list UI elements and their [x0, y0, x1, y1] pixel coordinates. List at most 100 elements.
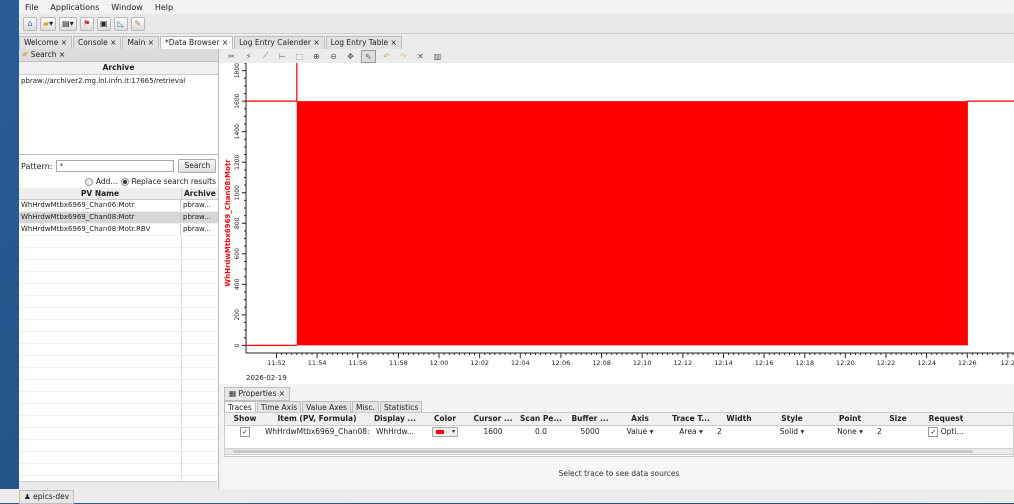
open-button[interactable]: ▰ ▾ — [40, 16, 57, 31]
tab-log-entry-table[interactable]: Log Entry Table × — [325, 36, 402, 49]
config-icon[interactable]: ✂ — [225, 51, 238, 62]
plot-area[interactable]: 0 200 400 600 800 1000 1200 1400 1600 1800 11:52 11… — [219, 62, 1014, 384]
display-button[interactable]: ▣ — [96, 16, 111, 31]
autoscale-icon[interactable]: ⟋ — [259, 51, 272, 62]
col-axis[interactable]: Axis — [615, 413, 665, 425]
pointer-icon[interactable]: ⇖ — [361, 49, 376, 63]
x-tick-label: 12:2 — [1001, 359, 1014, 367]
chart-button[interactable]: ◺ — [113, 16, 128, 31]
x-tick-label: 12:10 — [633, 359, 652, 367]
pv-name-column[interactable]: PV Name — [19, 188, 182, 199]
chevron-down-icon: ▾ — [698, 427, 703, 436]
y-tick-label: 800 — [234, 217, 241, 229]
empty-table-row — [19, 392, 218, 404]
trace-color[interactable]: ▾ — [421, 426, 469, 438]
pan-icon[interactable]: ✥ — [344, 51, 357, 62]
table-row[interactable]: WhHrdwMtbx6969_Chan08:Motr.RBV pbraw... — [19, 224, 218, 236]
plot-toolbar: ✂ ⚡ ⟋ ⊢ ⬚ ⊕ ⊖ ✥ ⇖ ↶ ↷ ✕ ▥ — [219, 49, 1014, 63]
left-hscrollbar[interactable] — [19, 481, 217, 489]
col-color[interactable]: Color — [421, 413, 469, 425]
col-size[interactable]: Size — [877, 413, 919, 425]
request-checkbox[interactable]: ✓ — [928, 427, 939, 437]
col-display[interactable]: Display ... — [369, 413, 421, 425]
tab-main[interactable]: Main × — [122, 36, 160, 49]
menu-help[interactable]: Help — [149, 3, 179, 12]
zoom-out-icon[interactable]: ⊖ — [327, 51, 340, 62]
trace-scan-period[interactable]: 0.0 — [517, 426, 565, 438]
layout-button[interactable]: ▤ ▾ — [59, 16, 77, 31]
trace-cursor: 1600 — [483, 427, 503, 436]
col-width[interactable]: Width — [717, 413, 761, 425]
tab-log-entry-calender[interactable]: Log Entry Calender × — [234, 36, 325, 49]
tab-data-browser[interactable]: *Data Browser × — [160, 36, 234, 49]
col-buffer[interactable]: Buffer ... — [565, 413, 615, 425]
pattern-input[interactable]: * — [56, 160, 175, 172]
trace-buffer[interactable]: 5000 — [565, 426, 615, 438]
undo-icon[interactable]: ↶ — [380, 51, 393, 62]
alarm-button[interactable]: ⚑ — [79, 16, 94, 31]
menu-file[interactable]: File — [19, 3, 44, 12]
add-radio[interactable] — [84, 177, 93, 186]
col-trace-type[interactable]: Trace T... — [665, 413, 717, 425]
trace-point[interactable]: None ▾ — [823, 426, 877, 438]
snapshot-icon[interactable]: ▥ — [431, 51, 444, 62]
archive-column-header[interactable]: Archive — [19, 62, 218, 75]
y-tick-label: 1400 — [234, 124, 241, 139]
chevron-down-icon: ▾ — [649, 427, 654, 436]
stagger-icon[interactable]: ⚡ — [242, 51, 255, 62]
home-button[interactable]: ⌂ — [23, 16, 37, 31]
trace-item[interactable]: WhHrdwMtbx6969_Chan08:Motr — [265, 426, 369, 438]
zoom-in-icon[interactable]: ⊕ — [310, 51, 323, 62]
menu-applications[interactable]: Applications — [44, 3, 105, 12]
taskbar-item[interactable]: ♟ epics-dev — [19, 490, 75, 504]
tab-welcome[interactable]: Welcome × — [19, 36, 72, 49]
user-icon: ♟ — [24, 492, 31, 501]
show-checkbox[interactable]: ✓ — [225, 426, 265, 438]
tab-console[interactable]: Console × — [72, 36, 122, 49]
series-area — [296, 101, 968, 346]
color-swatch-fill — [436, 430, 444, 434]
trace-size[interactable]: 2 — [877, 426, 919, 438]
empty-table-row — [19, 440, 218, 452]
trace-width[interactable]: 2 — [717, 426, 761, 438]
chart[interactable]: 0 200 400 600 800 1000 1200 1400 1600 1800 11:52 11… — [219, 62, 1014, 384]
col-point[interactable]: Point — [823, 413, 877, 425]
y-tick-label: 1000 — [234, 185, 241, 200]
legend-icon[interactable]: ⊢ — [276, 51, 289, 62]
tab-properties[interactable]: ▦ Properties × — [224, 387, 291, 401]
table-row[interactable]: WhHrdwMtbx6969_Chan06:Motr pbraw... — [19, 200, 218, 212]
trace-type-value: Area — [679, 427, 697, 436]
scrollbar-thumb[interactable] — [233, 450, 973, 453]
search-button[interactable]: Search — [178, 159, 217, 173]
scroll-icon[interactable]: ✕ — [414, 51, 427, 62]
table-row[interactable]: WhHrdwMtbx6969_Chan08:Motr pbraw... — [19, 212, 218, 224]
tab-search[interactable]: ✐ Search × — [19, 49, 218, 62]
logbook-button[interactable]: ✎ — [130, 16, 145, 31]
menu-window[interactable]: Window — [105, 3, 149, 12]
trace-row[interactable]: ✓ WhHrdwMtbx6969_Chan08:Motr WhHrdw... ▾… — [225, 426, 1013, 438]
col-item[interactable]: Item (PV, Formula) — [265, 413, 369, 425]
trace-type[interactable]: Area ▾ — [665, 426, 717, 438]
trace-table-hscrollbar[interactable] — [224, 448, 1014, 455]
color-swatch[interactable]: ▾ — [432, 427, 458, 437]
layout-icon: ▤ — [62, 19, 70, 28]
pv-archive: pbraw... — [183, 201, 211, 209]
col-request[interactable]: Request — [919, 413, 973, 425]
trace-display[interactable]: WhHrdw... — [369, 426, 421, 438]
replace-radio[interactable] — [120, 177, 129, 186]
empty-table-row — [19, 464, 218, 476]
col-cursor[interactable]: Cursor ... — [469, 413, 517, 425]
trace-style[interactable]: Solid ▾ — [761, 426, 823, 438]
empty-table-row — [19, 248, 218, 260]
tab-search-label: Search × — [30, 50, 66, 59]
redo-icon[interactable]: ↷ — [397, 51, 410, 62]
archive-column[interactable]: Archive — [182, 188, 218, 199]
col-scan[interactable]: Scan Pe... — [517, 413, 565, 425]
trace-axis[interactable]: Value ▾ — [615, 426, 665, 438]
archive-url[interactable]: pbraw://archiver2.mg.lnl.infn.it:17665/r… — [19, 75, 218, 87]
zoom-box-icon[interactable]: ⬚ — [293, 51, 306, 62]
empty-table-row — [19, 380, 218, 392]
trace-request[interactable]: ✓ Opti... — [919, 426, 973, 438]
col-show[interactable]: Show — [225, 413, 265, 425]
col-style[interactable]: Style — [761, 413, 823, 425]
